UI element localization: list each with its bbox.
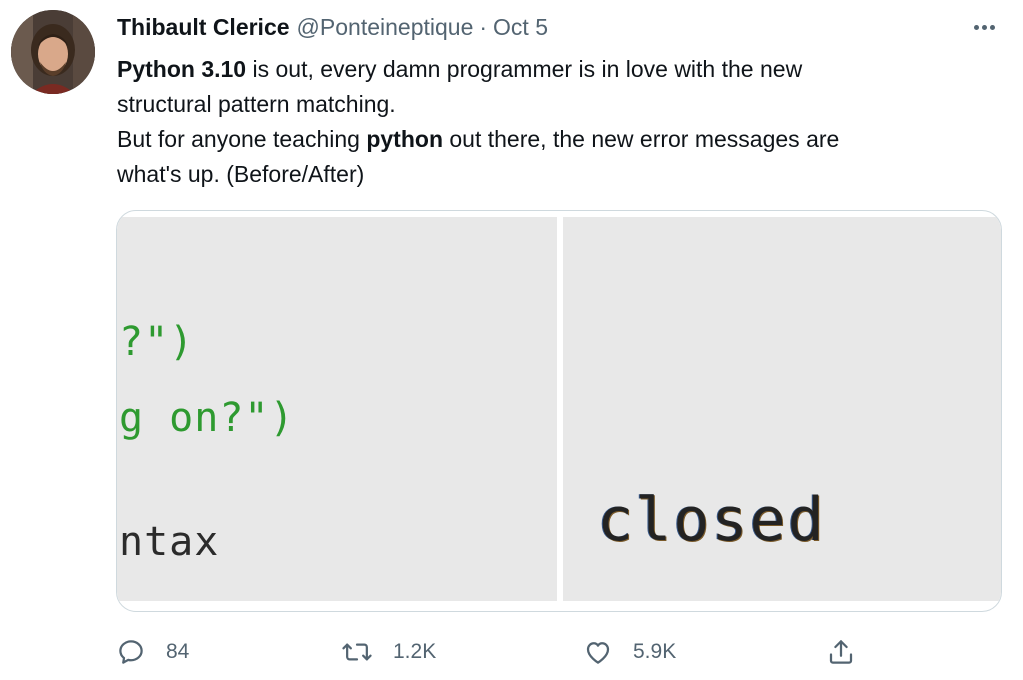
avatar-image — [11, 10, 95, 94]
reply-button[interactable]: 84 — [116, 632, 189, 672]
tweet-header: Thibault Clerice @Ponteineptique · Oct 5 — [117, 14, 548, 44]
tweet-text: Python 3.10 is out, every damn programme… — [117, 52, 977, 192]
tweet-text-line: structural pattern matching. — [117, 91, 396, 117]
code-line: g on?") — [119, 395, 295, 441]
tweet-text-line: what's up. (Before/After) — [117, 161, 365, 187]
separator: · — [479, 14, 488, 40]
tweet-date[interactable]: Oct 5 — [493, 14, 548, 41]
text-segment: But for anyone teaching — [117, 126, 367, 152]
tweet-text-line: But for anyone teaching python out there… — [117, 122, 977, 157]
after-image[interactable]: closed — [563, 217, 1001, 601]
retweet-count: 1.2K — [393, 640, 437, 663]
code-line: ?") — [119, 319, 195, 365]
before-image[interactable]: ?") g on?") ntax — [117, 217, 557, 601]
share-icon — [829, 640, 853, 664]
code-line: closed — [597, 485, 826, 555]
code-line: ntax — [119, 519, 220, 565]
like-icon — [586, 642, 610, 664]
bold-text: Python 3.10 — [117, 56, 247, 82]
author-name[interactable]: Thibault Clerice — [117, 14, 290, 41]
reply-count: 84 — [166, 640, 190, 663]
more-options-button[interactable] — [969, 14, 999, 40]
like-button[interactable]: 5.9K — [583, 632, 676, 672]
more-horizontal-icon — [973, 24, 979, 30]
like-count: 5.9K — [633, 640, 677, 663]
media-container: ?") g on?") ntax closed — [116, 210, 1002, 612]
more-horizontal-icon-dot — [981, 24, 987, 30]
avatar[interactable] — [11, 10, 95, 94]
bold-text: python — [366, 126, 443, 152]
share-button[interactable] — [826, 632, 856, 672]
tweet-text-line: Python 3.10 is out, every damn programme… — [117, 52, 977, 87]
text-segment: is out, every damn programmer is in love… — [246, 56, 803, 82]
retweet-button[interactable]: 1.2K — [341, 632, 436, 672]
text-segment: out there, the new error messages are — [443, 126, 840, 152]
more-horizontal-icon-dot — [989, 24, 995, 30]
action-bar: 84 1.2K 5.9K — [0, 632, 1023, 672]
reply-icon — [119, 640, 143, 664]
retweet-icon — [342, 643, 372, 661]
author-handle[interactable]: @Ponteineptique — [297, 14, 474, 41]
